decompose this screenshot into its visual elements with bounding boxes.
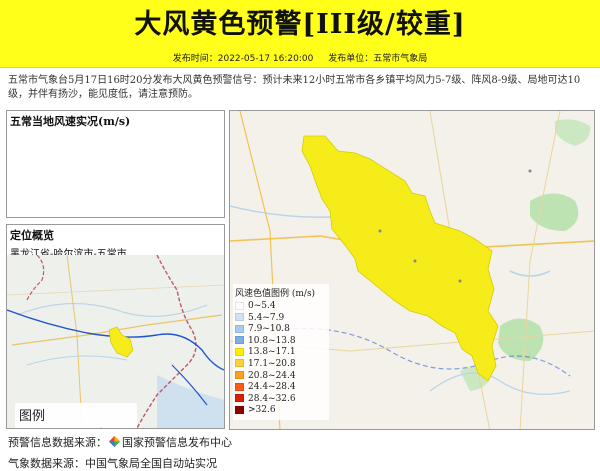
warning-banner: 大风黄色预警[III级/较重] — [0, 0, 600, 50]
location-panel-title: 定位概览 — [10, 229, 54, 242]
warning-data-source: 预警信息数据来源： 国家预警信息发布中心 — [8, 434, 232, 450]
wind-legend-item: >32.6 — [235, 405, 327, 417]
wind-color-legend: 风速色值图例 (m/s) 0~5.4 5.4~7.9 7.9~10.8 10.8… — [233, 284, 329, 420]
publish-time: 发布时间：2022-05-17 16:20:00 — [172, 54, 314, 64]
wind-legend-item: 0~5.4 — [235, 301, 327, 313]
warning-center-logo-icon — [109, 436, 120, 447]
wind-legend-item: 5.4~7.9 — [235, 313, 327, 325]
wind-legend-item: 20.8~24.4 — [235, 371, 327, 383]
wind-speed-panel: 五常当地风速实况(m/s) — [6, 110, 225, 218]
wind-legend-item: 28.4~32.6 — [235, 394, 327, 406]
wind-swatch — [235, 347, 244, 356]
legend-item-national-border: 国界 — [21, 425, 63, 428]
wind-swatch — [235, 382, 244, 391]
wind-legend-title: 风速色值图例 (m/s) — [235, 289, 316, 299]
legend-item-province-border: 省界 — [77, 425, 119, 428]
wind-swatch — [235, 336, 244, 345]
wind-legend-item: 17.1~20.8 — [235, 359, 327, 371]
wind-legend-item: 13.8~17.1 — [235, 347, 327, 359]
wind-range-label: 10.8~13.8 — [248, 335, 296, 346]
wind-range-label: 24.4~28.4 — [248, 382, 296, 393]
location-overview-panel: 定位概览 黑龙江省-哈尔滨市-五常市 图例 国界 — [6, 224, 225, 429]
national-border-label: 国界 — [39, 427, 63, 428]
warning-source-label: 预警信息数据来源： — [8, 436, 107, 449]
wind-swatch — [235, 371, 244, 380]
minimap-legend: 图例 国界 省界 — [15, 403, 137, 428]
wind-legend-item: 24.4~28.4 — [235, 382, 327, 394]
wind-legend-item: 7.9~10.8 — [235, 324, 327, 336]
province-border-label: 省界 — [95, 427, 119, 428]
publish-info-bar: 发布时间：2022-05-17 16:20:00 发布单位：五常市气象局 — [0, 50, 600, 68]
overview-minimap[interactable]: 图例 国界 省界 — [7, 255, 224, 428]
wind-legend-item: 10.8~13.8 — [235, 336, 327, 348]
warning-area-map[interactable]: 风速色值图例 (m/s) 0~5.4 5.4~7.9 7.9~10.8 10.8… — [229, 110, 595, 430]
wind-swatch — [235, 394, 244, 403]
wind-range-label: 20.8~24.4 — [248, 370, 296, 381]
weather-data-source: 气象数据来源：中国气象局全国自动站实况 — [8, 455, 217, 471]
wind-swatch — [235, 359, 244, 368]
wind-range-label: 17.1~20.8 — [248, 358, 296, 369]
wind-speed-panel-title: 五常当地风速实况(m/s) — [10, 115, 131, 128]
wind-range-label: 13.8~17.1 — [248, 347, 296, 358]
wind-range-label: 7.9~10.8 — [248, 324, 290, 335]
wind-range-label: 5.4~7.9 — [248, 312, 285, 323]
wind-range-label: >32.6 — [248, 405, 276, 416]
wind-range-label: 0~5.4 — [248, 301, 276, 311]
wind-swatch — [235, 313, 244, 322]
publish-unit: 发布单位：五常市气象局 — [328, 54, 428, 64]
wind-swatch — [235, 324, 244, 333]
wind-swatch — [235, 405, 244, 414]
minimap-legend-title: 图例 — [19, 409, 46, 424]
wind-swatch — [235, 301, 244, 310]
weather-source-label: 气象数据来源： — [8, 457, 85, 470]
warning-source-link[interactable]: 国家预警信息发布中心 — [122, 436, 232, 449]
wind-range-label: 28.4~32.6 — [248, 393, 296, 404]
warning-description: 五常市气象台5月17日16时20分发布大风黄色预警信号：预计未来12小时五常市各… — [8, 75, 581, 100]
weather-source-value: 中国气象局全国自动站实况 — [85, 457, 217, 470]
warning-title: 大风黄色预警[III级/较重] — [134, 9, 466, 40]
